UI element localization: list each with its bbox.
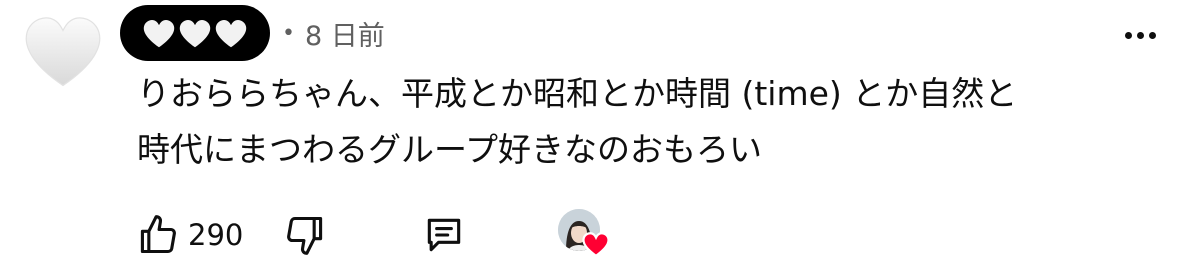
thumbs-up-icon — [140, 215, 176, 254]
red-heart-icon — [582, 232, 610, 257]
like-button[interactable] — [136, 213, 180, 257]
white-heart-icon — [25, 17, 101, 87]
creator-heart-badge — [556, 205, 616, 265]
separator-dot: • — [282, 20, 295, 46]
comment-text-line: 時代にまつわるグループ好きなのおもろい — [137, 130, 763, 169]
white-heart-icon — [215, 19, 247, 48]
like-count: 290 — [188, 218, 244, 252]
comment-icon — [428, 218, 461, 252]
thumbs-down-icon — [287, 216, 323, 255]
dislike-button[interactable] — [283, 213, 327, 257]
comment-timestamp[interactable]: 8 日前 — [305, 14, 385, 53]
comment-actions: 290 — [136, 205, 616, 265]
reply-button[interactable] — [422, 213, 466, 257]
author-avatar[interactable] — [22, 10, 104, 92]
comment-header: • 8 日前 — [120, 5, 385, 61]
comment-text: りおららちゃん、平成とか昭和とか時間 (time) とか自然と 時代にまつわるグ… — [137, 66, 1157, 178]
comment-text-line: りおららちゃん、平成とか昭和とか時間 (time) とか自然と — [137, 74, 1018, 113]
more-vertical-icon[interactable] — [1125, 32, 1156, 39]
white-heart-icon — [179, 19, 211, 48]
white-heart-icon — [143, 19, 175, 48]
author-name-badge[interactable] — [120, 5, 270, 61]
